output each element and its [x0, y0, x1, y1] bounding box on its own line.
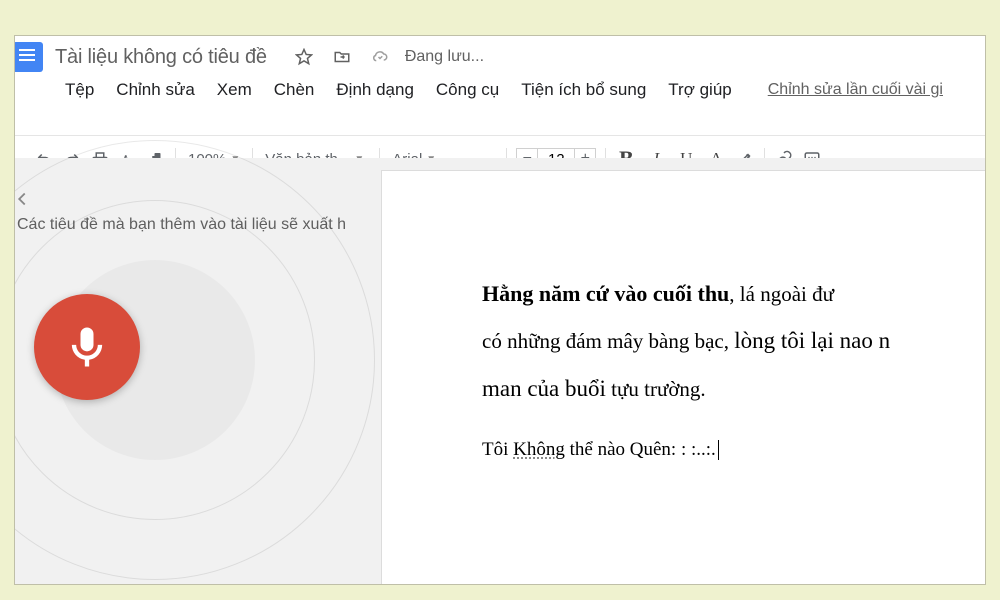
menu-view[interactable]: Xem	[207, 76, 262, 104]
menu-format[interactable]: Định dạng	[326, 76, 424, 104]
menu-edit[interactable]: Chỉnh sửa	[106, 76, 204, 104]
outline-collapse-icon[interactable]	[14, 188, 33, 215]
menu-file[interactable]: Tệp	[55, 76, 104, 104]
document-body[interactable]: Hằng năm cứ vào cuối thu, lá ngoài đư có…	[482, 271, 985, 470]
text-1a: , lá ngoài đư	[729, 282, 834, 306]
text-1d: man của buổi	[482, 376, 606, 401]
move-folder-icon[interactable]	[333, 48, 351, 66]
menu-addons[interactable]: Tiện ích bổ sung	[511, 76, 656, 104]
saving-status: Đang lưu...	[405, 48, 484, 66]
menu-tools[interactable]: Công cụ	[426, 76, 509, 104]
text-2b: Không	[513, 439, 565, 460]
text-1c: lòng tôi lại nao n	[734, 328, 890, 353]
voice-typing-button[interactable]	[34, 294, 140, 400]
document-title[interactable]: Tài liệu không có tiêu đề	[55, 46, 267, 69]
menu-help[interactable]: Trợ giúp	[658, 76, 741, 104]
document-page[interactable]: Hằng năm cứ vào cuối thu, lá ngoài đư có…	[381, 170, 985, 585]
text-bold-1: Hằng năm cứ vào cuối thu	[482, 281, 729, 306]
menu-insert[interactable]: Chèn	[264, 76, 325, 104]
outline-hint-text: Các tiêu đề mà bạn thêm vào tài liệu sẽ …	[15, 214, 361, 236]
last-edit-link[interactable]: Chỉnh sửa lần cuối vài gi	[768, 81, 943, 99]
text-cursor	[718, 440, 719, 460]
text-2a: Tôi	[482, 439, 513, 460]
star-icon[interactable]	[295, 48, 313, 66]
docs-app-icon[interactable]	[14, 42, 43, 72]
cloud-sync-icon	[371, 48, 389, 66]
text-1e: tựu trường.	[606, 377, 706, 401]
text-2c: thể nào Quên: : :..:.	[565, 439, 716, 460]
text-1b: có những đám mây bàng bạc,	[482, 329, 734, 353]
